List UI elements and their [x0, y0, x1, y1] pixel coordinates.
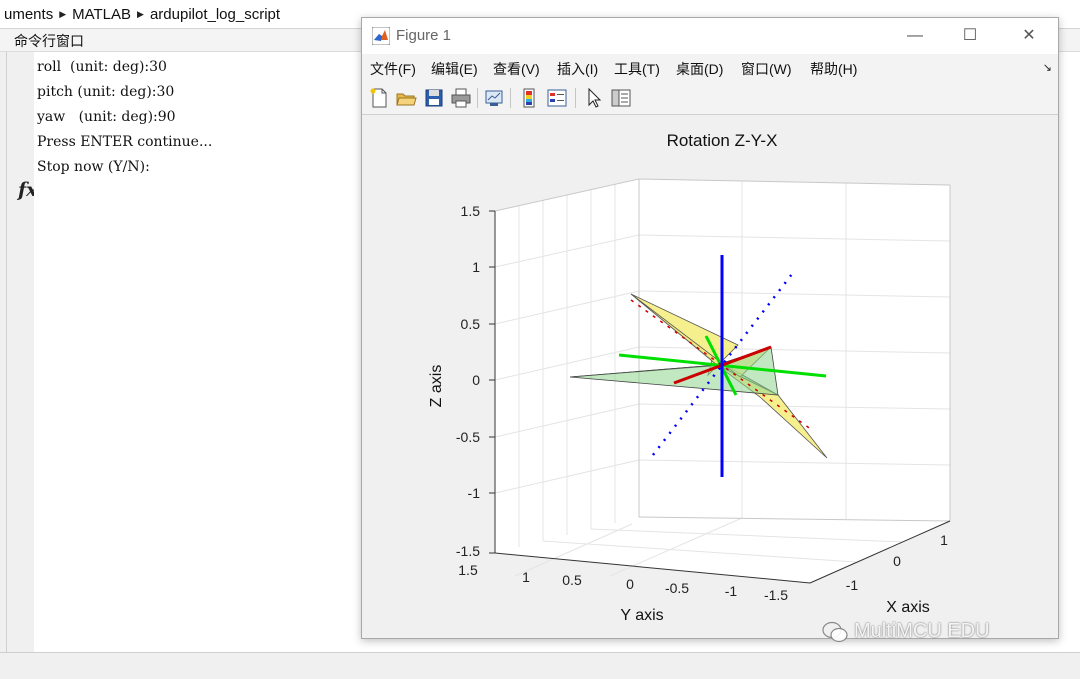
legend-icon[interactable] [546, 87, 568, 109]
property-inspector-icon[interactable] [610, 87, 632, 109]
menu-insert[interactable]: 插入(I) [557, 59, 598, 79]
colorbar-icon[interactable] [518, 87, 540, 109]
matlab-logo-icon [372, 27, 390, 45]
y-tick-label: -0.5 [665, 580, 689, 596]
chevron-right-icon: ▶ [59, 8, 67, 19]
plot-title: Rotation Z-Y-X [667, 131, 778, 150]
y-tick-label: 1 [522, 569, 530, 585]
command-window-margin: fx [7, 52, 38, 652]
menu-window[interactable]: 窗口(W) [741, 59, 792, 79]
toolbar-separator [510, 88, 511, 108]
minimize-icon[interactable]: — [900, 24, 930, 48]
z-axis-label: Z axis [428, 365, 445, 408]
menu-help[interactable]: 帮助(H) [810, 59, 857, 79]
save-icon[interactable] [423, 87, 445, 109]
print-icon[interactable] [450, 87, 472, 109]
output-line: yaw (unit: deg):90 [37, 109, 176, 125]
x-tick-label: 1 [940, 532, 948, 548]
z-tick-label: 0.5 [461, 316, 481, 332]
output-line: Press ENTER continue... [37, 134, 213, 150]
y-tick-label: 1.5 [458, 562, 478, 578]
pointer-icon[interactable] [583, 87, 605, 109]
z-tick-label: 1.5 [461, 203, 481, 219]
output-line: roll (unit: deg):30 [37, 59, 167, 75]
new-figure-icon[interactable] [368, 87, 390, 109]
menu-file[interactable]: 文件(F) [370, 59, 416, 79]
plot-area[interactable]: 1.5 1 0.5 0 -0.5 -1 -1.5 1.5 1 0.5 0 -0.… [362, 115, 1058, 638]
breadcrumb-segment[interactable]: ardupilot_log_script [146, 6, 284, 23]
watermark-text: MultiMCU EDU [854, 620, 990, 642]
x-tick-label: -1 [846, 577, 859, 593]
command-window-title: 命令行窗口 [14, 33, 84, 49]
open-file-icon[interactable] [395, 87, 417, 109]
link-plot-icon[interactable] [483, 87, 505, 109]
output-line: pitch (unit: deg):30 [37, 84, 175, 100]
menu-desktop[interactable]: 桌面(D) [676, 59, 723, 79]
chevron-right-icon: ▶ [137, 8, 144, 19]
menu-view[interactable]: 查看(V) [493, 59, 540, 79]
breadcrumb-segment[interactable]: uments [0, 6, 57, 23]
y-tick-label: -1 [725, 583, 738, 599]
x-axis-label: X axis [886, 599, 930, 616]
z-ticks [489, 210, 495, 554]
maximize-icon[interactable]: ☐ [955, 24, 985, 48]
status-bar [0, 652, 1080, 679]
figure-toolbar [362, 82, 1058, 115]
figure-title: Figure 1 [396, 27, 452, 44]
z-tick-label: -1.5 [456, 543, 480, 559]
y-tick-label: 0.5 [562, 572, 582, 588]
toolbar-separator [575, 88, 576, 108]
figure-titlebar[interactable]: Figure 1 — ☐ ✕ [362, 18, 1058, 54]
command-window-gutter [0, 52, 7, 652]
z-tick-label: 0 [472, 372, 480, 388]
figure-window: Figure 1 — ☐ ✕ 文件(F) 编辑(E) 查看(V) 插入(I) 工… [361, 17, 1059, 639]
y-tick-label: 0 [626, 576, 634, 592]
y-tick-label: -1.5 [764, 587, 788, 603]
axes-3d[interactable]: 1.5 1 0.5 0 -0.5 -1 -1.5 1.5 1 0.5 0 -0.… [362, 115, 1058, 638]
wechat-icon [822, 621, 848, 642]
close-icon[interactable]: ✕ [1014, 24, 1044, 48]
menu-tools[interactable]: 工具(T) [614, 59, 660, 79]
dock-arrow-icon[interactable]: ↘ [1043, 61, 1052, 74]
watermark: MultiMCU EDU [822, 620, 990, 643]
z-tick-label: -1 [468, 485, 481, 501]
y-axis-label: Y axis [620, 607, 663, 624]
figure-menubar: 文件(F) 编辑(E) 查看(V) 插入(I) 工具(T) 桌面(D) 窗口(W… [362, 54, 1058, 82]
x-tick-label: 0 [893, 553, 901, 569]
breadcrumb-segment[interactable]: MATLAB [68, 6, 135, 23]
z-tick-label: -0.5 [456, 429, 480, 445]
prompt-line[interactable]: Stop now (Y/N): [37, 159, 150, 175]
toolbar-separator [477, 88, 478, 108]
z-tick-label: 1 [472, 259, 480, 275]
menu-edit[interactable]: 编辑(E) [431, 59, 478, 79]
